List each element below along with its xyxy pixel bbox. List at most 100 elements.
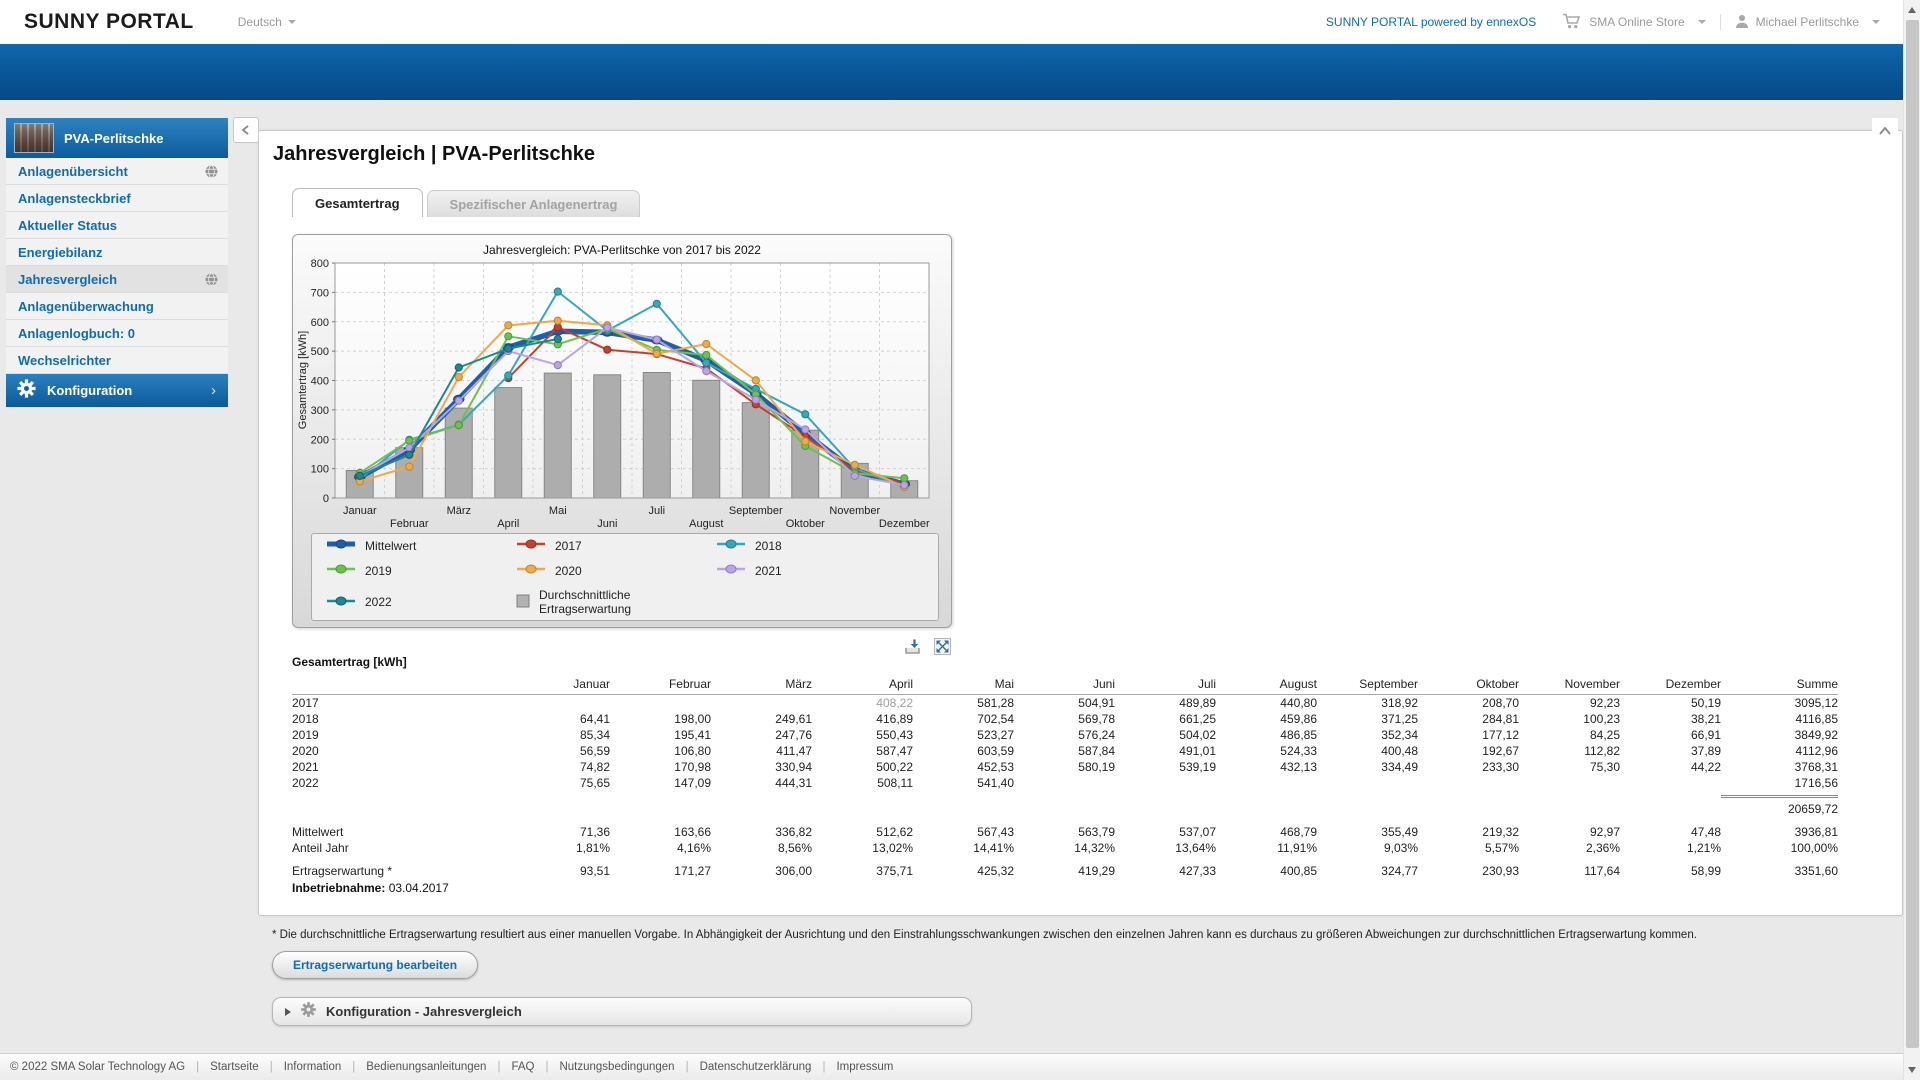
table-cell: 400,48	[1317, 743, 1418, 759]
online-store-dropdown[interactable]: SMA Online Store	[1562, 13, 1705, 32]
collapse-panel-button[interactable]	[1872, 118, 1898, 143]
maximize-chart-button[interactable]	[932, 637, 952, 655]
powered-by-link[interactable]: SUNNY PORTAL powered by ennexOS	[1326, 15, 1536, 29]
table-cell: 198,00	[610, 711, 711, 727]
table-header-summe: Summe	[1721, 675, 1838, 695]
spacer-row	[292, 856, 1838, 863]
table-cell: 64,41	[509, 711, 610, 727]
chevron-down-icon	[1872, 20, 1880, 24]
table-cell: 4,16%	[610, 840, 711, 856]
footer-separator: |	[352, 1061, 355, 1073]
sunny-portal-logo: SUNNY PORTAL	[24, 10, 194, 34]
sidebar-item-aktueller-status[interactable]: Aktueller Status	[6, 212, 228, 239]
legend-line-swatch	[326, 563, 356, 578]
footer: © 2022 SMA Solar Technology AG |Startsei…	[0, 1053, 1920, 1080]
edit-expectation-button[interactable]: Ertragserwartung bearbeiten	[272, 951, 478, 979]
footer-separator: |	[196, 1061, 199, 1073]
footer-link-faq[interactable]: FAQ	[511, 1061, 534, 1073]
legend-label: 2017	[555, 539, 582, 553]
svg-text:August: August	[689, 518, 723, 530]
gear-icon	[16, 378, 37, 404]
row-label: 2021	[292, 759, 509, 775]
table-cell: 375,71	[812, 863, 913, 879]
blue-banner	[0, 44, 1920, 100]
legend-line-swatch	[516, 538, 546, 553]
svg-text:200: 200	[311, 434, 329, 446]
table-cell: 117,64	[1519, 863, 1620, 879]
vertical-scrollbar[interactable]	[1903, 0, 1920, 1080]
table-cell: 37,89	[1620, 743, 1721, 759]
commissioning-value: 03.04.2017	[389, 881, 449, 895]
table-cell: 75,65	[509, 775, 610, 791]
globe-icon	[205, 165, 218, 178]
table-cell: 425,32	[913, 863, 1014, 879]
collapse-sidebar-button[interactable]	[233, 117, 259, 143]
legend-line-swatch	[716, 538, 746, 553]
plant-photo	[14, 123, 54, 153]
table-cell: 334,49	[1317, 759, 1418, 775]
table-cell	[1317, 775, 1418, 791]
divider	[1720, 14, 1721, 30]
sidebar-item-anlagenlogbuch-0[interactable]: Anlagenlogbuch: 0	[6, 320, 228, 347]
chart-box: Jahresvergleich: PVA-Perlitschke von 201…	[292, 234, 952, 628]
language-label: Deutsch	[238, 15, 282, 29]
table-header-januar: Januar	[509, 675, 610, 695]
sidebar-item-anlagen-berwachung[interactable]: Anlagenüberwachung	[6, 293, 228, 320]
table-cell: 587,84	[1014, 743, 1115, 759]
table-header-juli: Juli	[1115, 675, 1216, 695]
table-cell	[1620, 775, 1721, 791]
tab-spezifischer-anlagenertrag[interactable]: Spezifischer Anlagenertrag	[427, 190, 641, 217]
footer-link-nutzungsbedingungen[interactable]: Nutzungsbedingungen	[559, 1061, 674, 1073]
table-cell: 58,99	[1620, 863, 1721, 879]
language-dropdown[interactable]: Deutsch	[238, 15, 296, 29]
svg-text:500: 500	[311, 346, 329, 358]
table-cell: 219,32	[1418, 824, 1519, 840]
footer-link-bedienungsanleitungen[interactable]: Bedienungsanleitungen	[366, 1061, 486, 1073]
user-menu[interactable]: Michael Perlitschke	[1735, 14, 1880, 31]
svg-text:300: 300	[311, 405, 329, 417]
table-cell	[1115, 775, 1216, 791]
sidebar-item-anlagen-bersicht[interactable]: Anlagenübersicht	[6, 158, 228, 185]
export-chart-button[interactable]	[902, 637, 922, 655]
svg-text:Juni: Juni	[597, 518, 617, 530]
svg-text:September: September	[729, 505, 783, 517]
svg-text:600: 600	[311, 317, 329, 329]
table-cell: 92,97	[1519, 824, 1620, 840]
sidebar-item-wechselrichter[interactable]: Wechselrichter	[6, 347, 228, 374]
sidebar-item-konfiguration[interactable]: Konfiguration ›	[6, 374, 228, 407]
svg-text:800: 800	[311, 258, 329, 270]
footer-link-impressum[interactable]: Impressum	[836, 1061, 893, 1073]
sidebar: PVA-Perlitschke AnlagenübersichtAnlagens…	[6, 118, 228, 407]
configuration-accordion[interactable]: Konfiguration - Jahresvergleich	[272, 997, 972, 1026]
table-cell: 491,01	[1115, 743, 1216, 759]
table-cell: 580,19	[1014, 759, 1115, 775]
table-row-2022: 202275,65147,09444,31508,11541,401716,56	[292, 775, 1838, 791]
table-cell: 427,33	[1115, 863, 1216, 879]
table-cell	[610, 695, 711, 712]
footer-link-information[interactable]: Information	[284, 1061, 342, 1073]
tab-gesamtertrag[interactable]: Gesamtertrag	[292, 188, 423, 217]
legend-line-swatch	[326, 538, 356, 553]
scrollbar-thumb[interactable]	[1906, 20, 1919, 1048]
plant-header[interactable]: PVA-Perlitschke	[6, 118, 228, 158]
sidebar-item-jahresvergleich[interactable]: Jahresvergleich	[6, 266, 228, 293]
commissioning-note: Inbetriebnahme: 03.04.2017	[292, 881, 1842, 895]
table-cell: 419,29	[1014, 863, 1115, 879]
sidebar-item-energiebilanz[interactable]: Energiebilanz	[6, 239, 228, 266]
footer-link-startseite[interactable]: Startseite	[210, 1061, 259, 1073]
table-cell: 569,78	[1014, 711, 1115, 727]
table-header-mai: Mai	[913, 675, 1014, 695]
table-cell: 489,89	[1115, 695, 1216, 712]
table-cell: 523,27	[913, 727, 1014, 743]
sidebar-item-anlagensteckbrief[interactable]: Anlagensteckbrief	[6, 185, 228, 212]
scroll-down-arrow[interactable]	[1908, 1067, 1916, 1073]
sidebar-item-label: Jahresvergleich	[18, 272, 205, 287]
table-row-mittelwert: Mittelwert71,36163,66336,82512,62567,435…	[292, 824, 1838, 840]
scroll-up-arrow[interactable]	[1908, 7, 1916, 13]
content-panel: Jahresvergleich | PVA-Perlitschke Gesamt…	[258, 130, 1903, 916]
yield-table-section: Gesamtertrag [kWh] JanuarFebruarMärzApri…	[292, 655, 1842, 895]
table-cell	[711, 796, 812, 817]
table-cell: 38,21	[1620, 711, 1721, 727]
table-row-2017: 2017408,22581,28504,91489,89440,80318,92…	[292, 695, 1838, 712]
footer-link-datenschutzerkl-rung[interactable]: Datenschutzerklärung	[700, 1061, 812, 1073]
